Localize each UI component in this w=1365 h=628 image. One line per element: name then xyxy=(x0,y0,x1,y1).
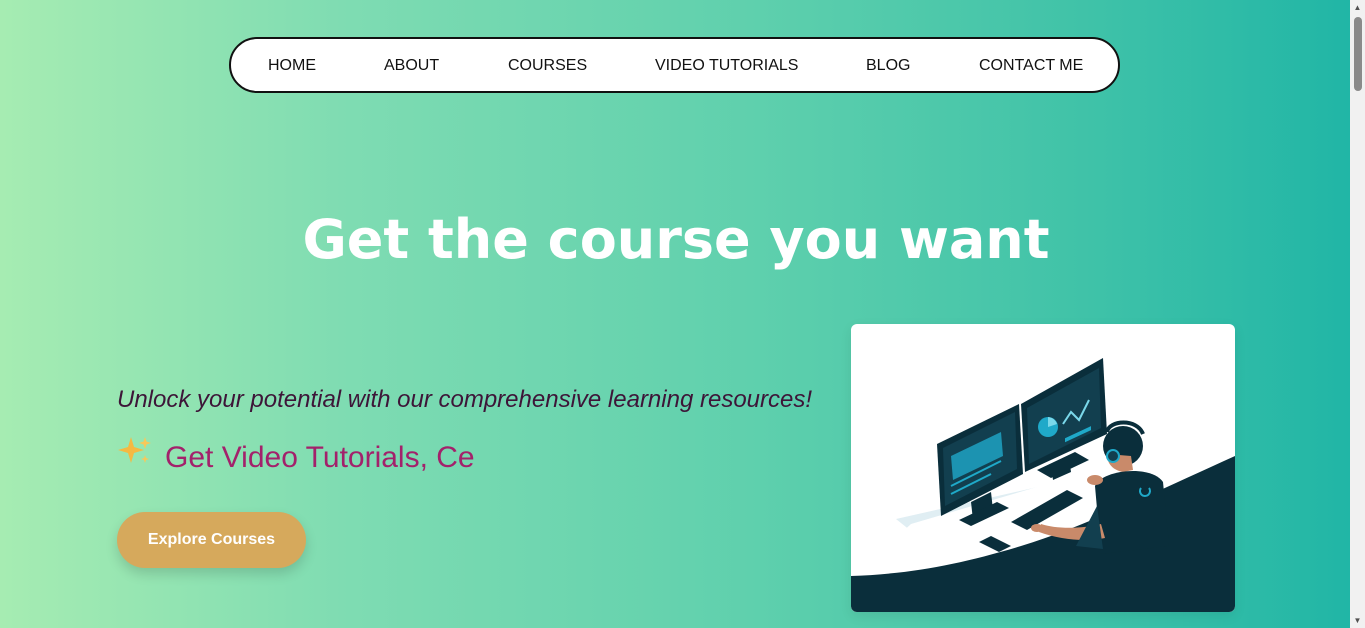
main-nav: HOME ABOUT COURSES VIDEO TUTORIALS BLOG … xyxy=(229,37,1120,93)
typed-headline: Get Video Tutorials, Ce xyxy=(117,435,475,475)
nav-home[interactable]: HOME xyxy=(268,39,316,95)
scroll-thumb[interactable] xyxy=(1354,17,1362,91)
vertical-scrollbar[interactable]: ▲ ▼ xyxy=(1350,0,1365,628)
nav-contact-me[interactable]: CONTACT ME xyxy=(979,39,1083,95)
sparkles-icon xyxy=(117,435,153,475)
scroll-up-arrow-icon[interactable]: ▲ xyxy=(1350,0,1365,15)
hero-title: Get the course you want xyxy=(302,208,1050,271)
nav-about[interactable]: ABOUT xyxy=(384,39,439,95)
typed-text: Get Video Tutorials, Ce xyxy=(165,441,475,474)
nav-courses[interactable]: COURSES xyxy=(508,39,587,95)
nav-video-tutorials[interactable]: VIDEO TUTORIALS xyxy=(655,39,798,95)
developer-illustration xyxy=(851,324,1235,612)
hero-tagline: Unlock your potential with our comprehen… xyxy=(117,386,813,413)
scroll-down-arrow-icon[interactable]: ▼ xyxy=(1350,613,1365,628)
explore-courses-button[interactable]: Explore Courses xyxy=(117,512,306,568)
page: HOME ABOUT COURSES VIDEO TUTORIALS BLOG … xyxy=(0,0,1350,628)
nav-blog[interactable]: BLOG xyxy=(866,39,910,95)
